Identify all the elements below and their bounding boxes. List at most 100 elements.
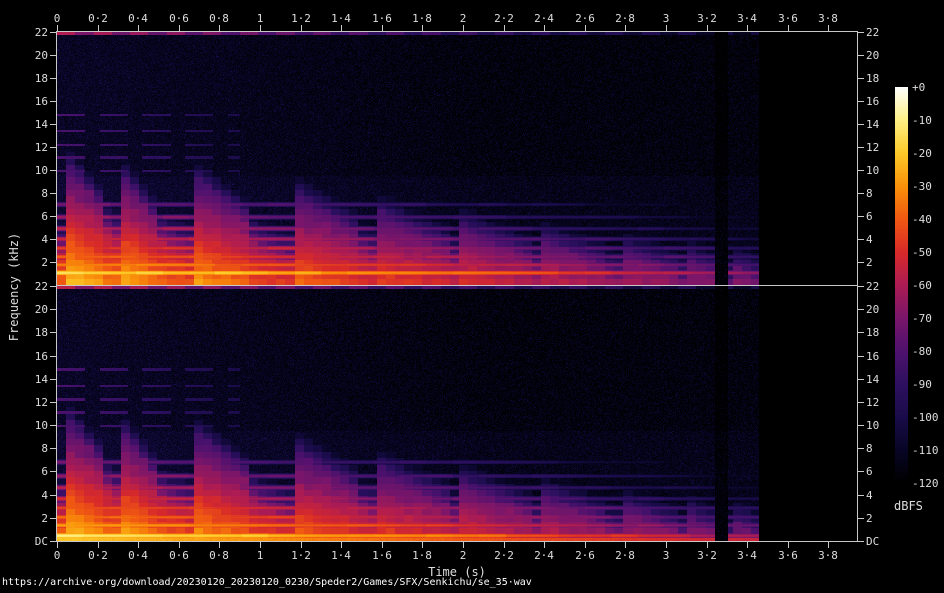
colorbar-tick-label: -70 [912,312,944,325]
x-tick-top [788,25,789,31]
y-tick-right [858,216,864,217]
y-tick-left [50,541,56,542]
y-tick-right [858,286,864,287]
y-tick-label-right: 2 [866,512,914,525]
y-tick-label-left: 14 [0,373,48,386]
y-tick-left [50,239,56,240]
x-tick-bottom [625,542,626,548]
colorbar-tick-label: -90 [912,378,944,391]
x-tick-label-bottom: 3·4 [737,549,757,562]
x-tick-bottom [341,542,342,548]
y-tick-left [50,402,56,403]
y-tick-label-left: 10 [0,164,48,177]
plot-frame-left [56,31,57,542]
y-tick-right [858,495,864,496]
x-tick-label-top: 1·2 [291,12,311,25]
x-tick-label-top: 2·8 [615,12,635,25]
x-tick-label-top: 2·4 [534,12,554,25]
x-tick-bottom [301,542,302,548]
x-tick-bottom [179,542,180,548]
y-tick-label-left: 8 [0,442,48,455]
x-tick-bottom [98,542,99,548]
x-tick-label-top: 0·2 [88,12,108,25]
y-tick-left [50,448,56,449]
y-tick-label-left: 12 [0,396,48,409]
colorbar-tick-label: -60 [912,279,944,292]
x-tick-label-top: 2·2 [494,12,514,25]
x-tick-top [98,25,99,31]
y-tick-label-left: 6 [0,210,48,223]
x-tick-label-bottom: 0·8 [209,549,229,562]
spectrogram-channel-lower [57,286,857,541]
x-tick-bottom [463,542,464,548]
colorbar-tick-label: -10 [912,114,944,127]
x-tick-bottom [585,542,586,548]
y-tick-right [858,309,864,310]
x-tick-label-bottom: 0·6 [169,549,189,562]
x-tick-label-bottom: 2·6 [575,549,595,562]
colorbar-tick-label: -40 [912,213,944,226]
colorbar-tick-label: -100 [912,411,944,424]
x-tick-top [219,25,220,31]
y-tick-right [858,402,864,403]
y-tick-right [858,425,864,426]
x-tick-label-bottom: 2·2 [494,549,514,562]
y-tick-right [858,471,864,472]
x-tick-label-bottom: 3·8 [818,549,838,562]
x-tick-top [625,25,626,31]
y-tick-right [858,541,864,542]
y-tick-label-right: 20 [866,49,914,62]
x-tick-label-top: 3·8 [818,12,838,25]
y-tick-left [50,101,56,102]
x-tick-label-top: 2 [460,12,467,25]
y-tick-label-left: 4 [0,489,48,502]
x-tick-top [57,25,58,31]
plot-frame-top [56,31,858,32]
y-tick-right [858,78,864,79]
y-tick-label-left: 16 [0,350,48,363]
y-tick-left [50,78,56,79]
x-tick-bottom [382,542,383,548]
y-tick-left [50,262,56,263]
x-tick-label-top: 0 [54,12,61,25]
y-tick-label-left: 4 [0,233,48,246]
x-tick-top [707,25,708,31]
y-tick-right [858,147,864,148]
colorbar-tick-label: -80 [912,345,944,358]
x-tick-bottom [57,542,58,548]
plot-frame-bottom [56,541,858,542]
y-tick-label-left: 20 [0,303,48,316]
y-tick-label-left: 18 [0,72,48,85]
y-tick-right [858,124,864,125]
y-tick-label-left: 12 [0,141,48,154]
y-tick-left [50,286,56,287]
x-tick-top [747,25,748,31]
y-tick-right [858,518,864,519]
x-tick-bottom [544,542,545,548]
x-tick-top [422,25,423,31]
x-tick-label-top: 3 [663,12,670,25]
y-tick-right [858,170,864,171]
x-tick-label-top: 3·2 [697,12,717,25]
y-tick-label-left: 22 [0,26,48,39]
plot-frame-divider [56,285,858,286]
x-tick-top [179,25,180,31]
y-tick-right [858,448,864,449]
y-tick-label-left: 14 [0,118,48,131]
y-tick-label-right: 18 [866,72,914,85]
y-tick-label-left: 2 [0,256,48,269]
y-tick-left [50,332,56,333]
y-tick-right [858,55,864,56]
y-tick-left [50,55,56,56]
y-tick-left [50,170,56,171]
colorbar-tick-label: -110 [912,444,944,457]
x-tick-label-bottom: 1 [257,549,264,562]
y-tick-left [50,518,56,519]
source-url: https://archive·org/download/20230120_20… [2,577,532,588]
x-tick-bottom [504,542,505,548]
x-tick-label-bottom: 1·2 [291,549,311,562]
x-tick-label-top: 1·4 [331,12,351,25]
x-tick-bottom [219,542,220,548]
x-tick-label-top: 1·6 [372,12,392,25]
x-tick-top [382,25,383,31]
